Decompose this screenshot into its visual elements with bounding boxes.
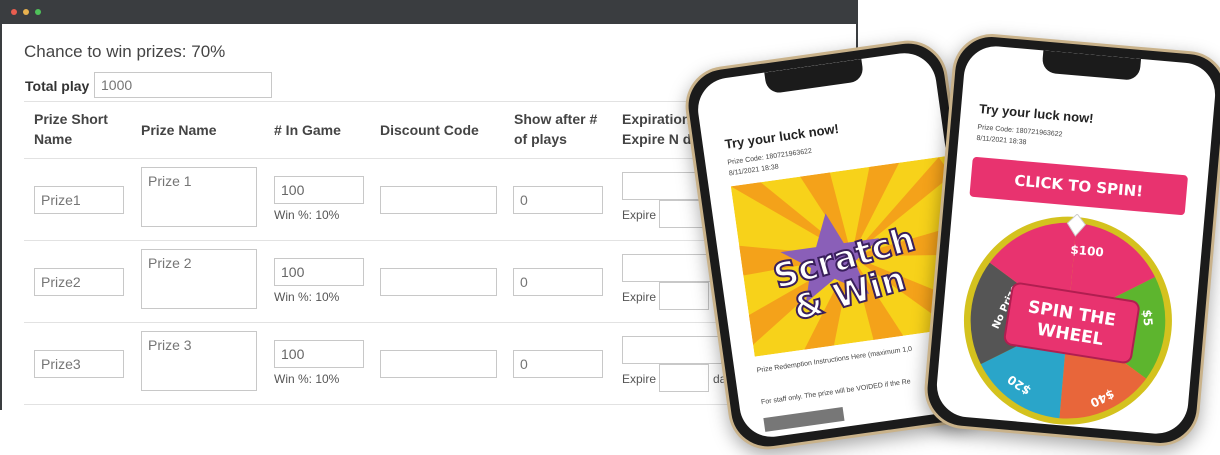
phone-wheel-mockup: Try your luck now! Prize Code: 180721963… <box>921 30 1220 450</box>
phone-notch <box>764 58 865 95</box>
in-game-input[interactable] <box>274 258 364 286</box>
discount-code-input[interactable] <box>380 268 497 296</box>
header-prize-name: Prize Name <box>141 122 217 138</box>
expire-days-input[interactable] <box>659 364 709 392</box>
window-titlebar <box>0 0 856 24</box>
phone-title: Try your luck now! <box>978 101 1095 127</box>
close-window-dot[interactable] <box>11 9 17 15</box>
total-play-input[interactable] <box>94 72 272 98</box>
discount-code-input[interactable] <box>380 350 497 378</box>
staff-note: For staff only. The prize will be VOIDED… <box>760 378 912 407</box>
prize-short-name-input[interactable] <box>34 350 124 378</box>
minimize-window-dot[interactable] <box>23 9 29 15</box>
in-game-input[interactable] <box>274 340 364 368</box>
prize-wheel[interactable]: $100 No Prize $20 $40 $5 SPIN THE WHEEL <box>952 205 1184 437</box>
prize-name-textarea[interactable] <box>141 167 257 227</box>
expire-label: Expire <box>622 290 657 304</box>
segment-label: $100 <box>1070 243 1104 260</box>
header-prize-short-name: Prize Short Name <box>34 111 108 147</box>
total-play-label: Total play <box>25 78 90 94</box>
maximize-window-dot[interactable] <box>35 9 41 15</box>
header-in-game: # In Game <box>274 122 341 138</box>
show-after-input[interactable] <box>513 350 603 378</box>
discount-code-input[interactable] <box>380 186 497 214</box>
prize-name-textarea[interactable] <box>141 249 257 309</box>
header-discount-code: Discount Code <box>380 122 479 138</box>
in-game-input[interactable] <box>274 176 364 204</box>
staff-button[interactable] <box>763 406 845 432</box>
expire-label: Expire <box>622 208 657 222</box>
expire-label: Expire <box>622 372 657 386</box>
phone-screen: Try your luck now! Prize Code: 180721963… <box>934 43 1218 437</box>
segment-label: $5 <box>1140 309 1155 327</box>
phone-title: Try your luck now! <box>723 120 840 152</box>
expire-days-input[interactable] <box>659 282 709 310</box>
chance-to-win-label: Chance to win prizes: 70% <box>24 42 226 61</box>
phone-notch <box>1041 50 1142 81</box>
win-percent-label: Win %: 10% <box>274 290 340 304</box>
prize-short-name-input[interactable] <box>34 268 124 296</box>
header-show-after: Show after # of plays <box>514 111 598 147</box>
prize-short-name-input[interactable] <box>34 186 124 214</box>
win-percent-label: Win %: 10% <box>274 208 340 222</box>
show-after-input[interactable] <box>513 186 603 214</box>
prize-name-textarea[interactable] <box>141 331 257 391</box>
win-percent-label: Win %: 10% <box>274 372 340 386</box>
show-after-input[interactable] <box>513 268 603 296</box>
expiration-date-input[interactable] <box>622 336 722 364</box>
